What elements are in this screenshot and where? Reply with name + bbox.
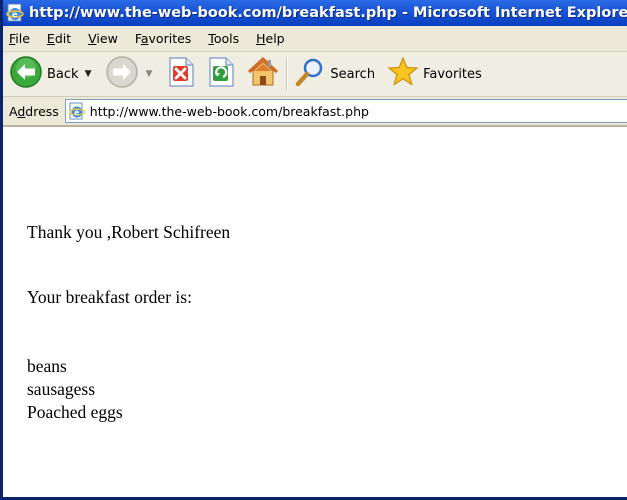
menu-view[interactable]: View (80, 31, 127, 46)
menu-favorites[interactable]: Favorites (127, 31, 200, 46)
home-button[interactable] (246, 55, 280, 93)
order-list: beans sausagess Poached eggs (27, 355, 123, 424)
list-item: beans (27, 356, 67, 376)
back-label: Back (47, 66, 79, 82)
address-url: http://www.the-web-book.com/breakfast.ph… (89, 103, 369, 119)
browser-window: e http://www.the-web-book.com/breakfast.… (0, 0, 627, 500)
svg-text:e: e (74, 108, 79, 117)
favorites-star-icon (387, 56, 419, 92)
favorites-label: Favorites (423, 66, 482, 82)
page-content: Thank you ,Robert Schifreen Your breakfa… (3, 127, 627, 497)
stop-button[interactable] (166, 56, 196, 92)
refresh-button[interactable] (206, 56, 236, 92)
thank-you-text: Thank you ,Robert Schifreen (27, 222, 231, 242)
favorites-button[interactable]: Favorites (387, 56, 482, 92)
menu-file[interactable]: File (3, 31, 39, 46)
list-item: sausagess (27, 379, 96, 399)
stop-icon (166, 56, 196, 92)
list-item: Poached eggs (27, 402, 123, 422)
menu-bar: File Edit View Favorites Tools Help (3, 26, 627, 52)
back-arrow-icon (9, 55, 43, 93)
svg-text:e: e (12, 10, 18, 19)
forward-button[interactable]: ▼ (105, 55, 152, 93)
home-icon (246, 55, 280, 93)
search-magnifier-icon (294, 56, 326, 92)
address-label: Address (9, 103, 59, 119)
refresh-icon (206, 56, 236, 92)
menu-tools[interactable]: Tools (200, 31, 248, 46)
search-button[interactable]: Search (294, 56, 375, 92)
menu-edit[interactable]: Edit (39, 31, 80, 46)
forward-arrow-icon (105, 55, 139, 93)
address-input[interactable]: e http://www.the-web-book.com/breakfast.… (64, 99, 627, 123)
back-dropdown-icon[interactable]: ▼ (85, 69, 92, 79)
menu-help[interactable]: Help (248, 31, 294, 46)
window-title: http://www.the-web-book.com/breakfast.ph… (29, 5, 627, 21)
address-bar: Address e http://www.the-web-book.com/br… (3, 97, 627, 127)
back-button[interactable]: Back ▼ (9, 55, 91, 93)
standard-toolbar: Back ▼ ▼ Search Favorites (3, 52, 627, 97)
ie-page-icon: e (5, 3, 25, 23)
search-label: Search (330, 66, 376, 82)
ie-page-icon: e (68, 102, 86, 120)
title-bar[interactable]: e http://www.the-web-book.com/breakfast.… (3, 0, 627, 26)
forward-dropdown-icon[interactable]: ▼ (145, 69, 152, 79)
order-heading: Your breakfast order is: (27, 287, 192, 307)
toolbar-separator (286, 57, 289, 91)
